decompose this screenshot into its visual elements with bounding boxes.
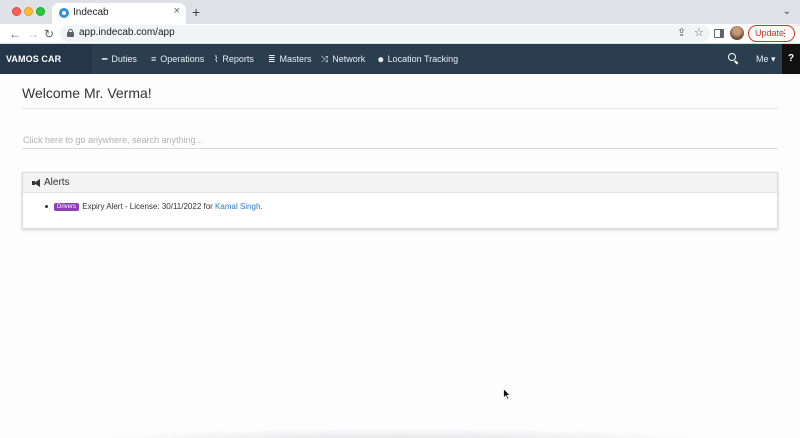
minus-icon: ━	[102, 54, 108, 64]
new-tab-button[interactable]: +	[192, 5, 200, 19]
reload-icon[interactable]: ↻	[44, 26, 54, 42]
nav-item-label: Masters	[279, 54, 312, 64]
global-search	[22, 131, 778, 149]
page-title: Welcome Mr. Verma!	[22, 85, 152, 101]
help-button[interactable]: ?	[782, 44, 800, 74]
tab-close-icon[interactable]: ×	[174, 6, 180, 17]
alerts-panel-header: Alerts	[23, 173, 777, 193]
brand-name[interactable]: VAMOS CAR RENTAL	[0, 44, 92, 94]
nav-item-network[interactable]: ⤨ Network	[321, 44, 365, 74]
bullhorn-icon	[32, 179, 41, 187]
me-dropdown[interactable]: Me ▾	[756, 44, 776, 74]
side-panel-icon[interactable]	[714, 29, 724, 38]
lock-icon[interactable]	[67, 29, 74, 37]
driver-link[interactable]: Kamal Singh	[215, 202, 260, 211]
share-icon[interactable]: ⇪	[677, 26, 686, 39]
window-close-button[interactable]	[12, 7, 21, 16]
nav-item-reports[interactable]: ⌇ Reports	[214, 44, 254, 74]
window-minimize-button[interactable]	[24, 7, 33, 16]
line-chart-icon: ⌇	[214, 54, 219, 64]
alert-text: Expiry Alert - License: 30/11/2022 for	[82, 202, 216, 211]
database-icon: ≣	[268, 54, 276, 64]
tab-title: Indecab	[73, 7, 109, 18]
nav-item-operations[interactable]: ≡ Operations	[151, 44, 204, 74]
nav-item-label: Operations	[160, 54, 205, 64]
browser-tab[interactable]: Indecab ×	[52, 3, 186, 24]
browser-toolbar: ← → ↻ app.indecab.com/app ⇪ ☆ Update ⋮	[0, 24, 800, 44]
nav-item-duties[interactable]: ━ Duties	[102, 44, 137, 74]
url-text[interactable]: app.indecab.com/app	[79, 27, 175, 38]
browser-tab-strip: Indecab × + ⌄	[0, 0, 800, 24]
indecab-favicon-icon	[59, 8, 69, 18]
list-icon: ≡	[151, 54, 157, 64]
back-arrow-icon[interactable]: ←	[9, 26, 21, 42]
nav-item-label: Location Tracking	[387, 54, 459, 64]
alerts-panel: Alerts Drivers Expiry Alert - License: 3…	[22, 172, 778, 229]
mouse-cursor-icon	[503, 388, 511, 400]
page-bottom-shadow	[80, 428, 720, 438]
nav-item-label: Duties	[111, 54, 137, 64]
alert-list: Drivers Expiry Alert - License: 30/11/20…	[23, 193, 777, 211]
app-navbar: VAMOS CAR RENTAL ━ Duties ≡ Operations ⌇ Re…	[0, 44, 800, 94]
alerts-title: Alerts	[44, 177, 70, 188]
tab-search-chevron-icon[interactable]: ⌄	[783, 6, 791, 17]
update-button[interactable]: Update ⋮	[748, 25, 795, 42]
global-search-input[interactable]	[22, 131, 778, 148]
nav-item-label: Reports	[222, 54, 254, 64]
nav-item-masters[interactable]: ≣ Masters	[268, 44, 312, 74]
address-bar[interactable]: app.indecab.com/app ⇪ ☆	[60, 25, 710, 42]
profile-avatar[interactable]	[730, 26, 744, 40]
map-marker-icon: ⬤	[378, 57, 384, 63]
alert-suffix: .	[260, 202, 263, 211]
drivers-badge: Drivers	[54, 203, 79, 211]
forward-arrow-icon[interactable]: →	[27, 26, 39, 42]
random-icon: ⤨	[321, 54, 329, 64]
nav-item-label: Network	[332, 54, 366, 64]
search-icon[interactable]	[728, 53, 740, 65]
window-maximize-button[interactable]	[36, 7, 45, 16]
bookmark-star-icon[interactable]: ☆	[694, 26, 704, 39]
list-item: Drivers Expiry Alert - License: 30/11/20…	[45, 202, 777, 211]
nav-item-location-tracking[interactable]: ⬤ Location Tracking	[378, 44, 458, 74]
divider	[22, 108, 778, 109]
kebab-menu-icon: ⋮	[780, 28, 789, 38]
